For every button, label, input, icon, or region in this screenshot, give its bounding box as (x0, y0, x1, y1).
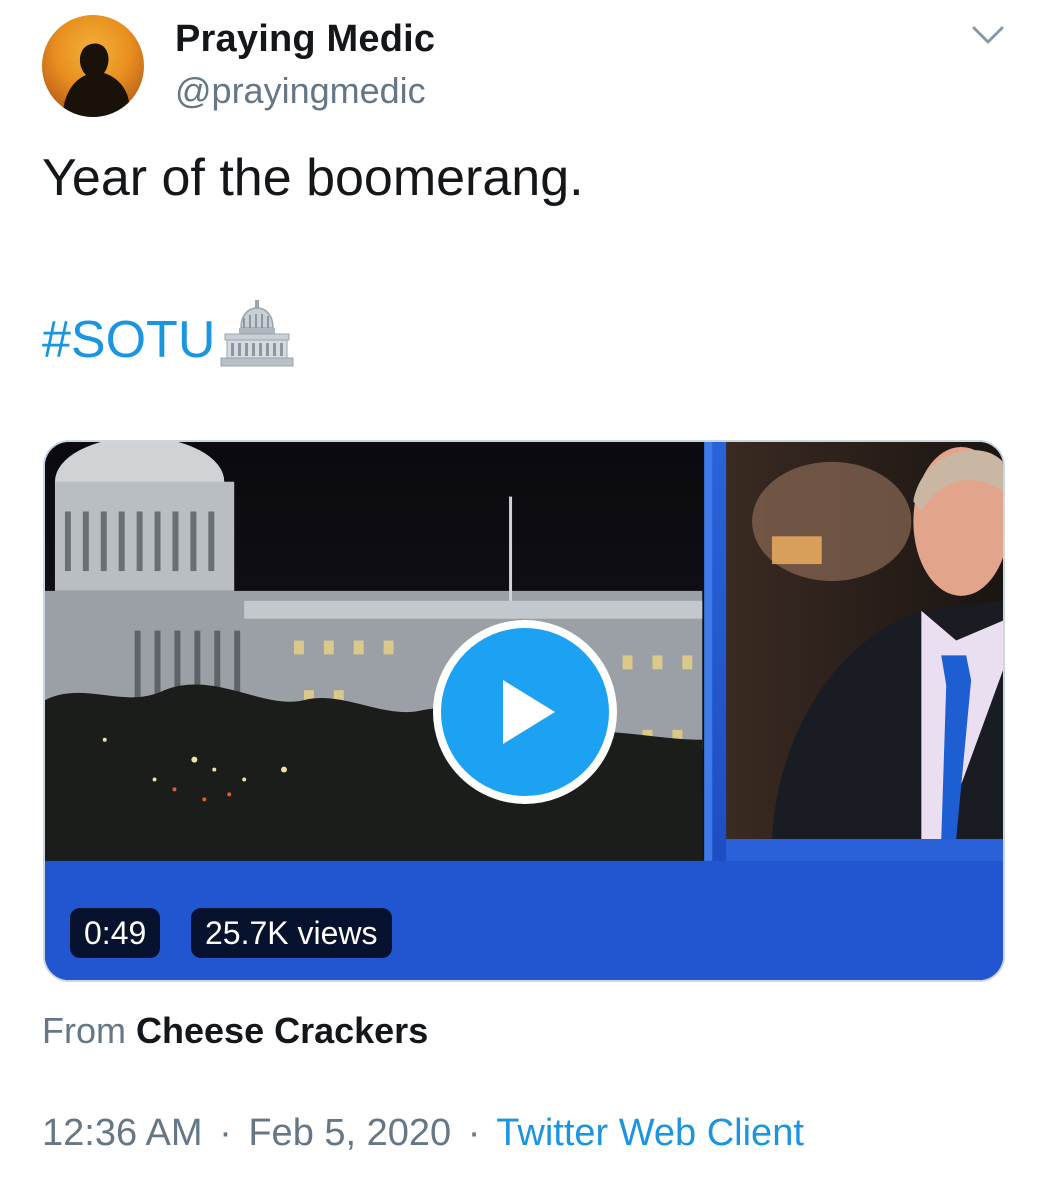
hashtag-link[interactable]: #SOTU (42, 310, 215, 370)
meta-separator: · (219, 1112, 232, 1154)
meta-separator: · (467, 1112, 481, 1154)
hashtag-row: #SOTU (42, 300, 297, 370)
silhouette-avatar-icon (62, 43, 130, 117)
tweet-date[interactable]: Feb 5, 2020 (248, 1112, 451, 1154)
chevron-down-icon[interactable] (970, 20, 1006, 50)
avatar[interactable] (42, 15, 144, 117)
video-player[interactable]: 0:49 25.7K views (43, 440, 1005, 982)
tweet-client-link[interactable]: Twitter Web Client (496, 1112, 804, 1154)
author-display-name[interactable]: Praying Medic (175, 18, 435, 61)
tweet-metadata: 12:36 AM · Feb 5, 2020 · Twitter Web Cli… (42, 1112, 804, 1155)
tweet-card: Praying Medic @prayingmedic Year of the … (0, 0, 1049, 1200)
attribution-prefix: From (42, 1010, 126, 1051)
attribution-source-link[interactable]: Cheese Crackers (136, 1010, 428, 1051)
author-handle[interactable]: @prayingmedic (175, 70, 426, 112)
tweet-time[interactable]: 12:36 AM (42, 1112, 203, 1154)
tweet-text: Year of the boomerang. (42, 149, 584, 207)
video-views-badge: 25.7K views (191, 908, 392, 958)
video-attribution: From Cheese Crackers (42, 1010, 428, 1052)
video-duration-badge: 0:49 (70, 908, 161, 958)
play-button[interactable] (433, 620, 617, 804)
classical-building-emoji-icon (220, 300, 294, 367)
play-icon (503, 680, 555, 744)
